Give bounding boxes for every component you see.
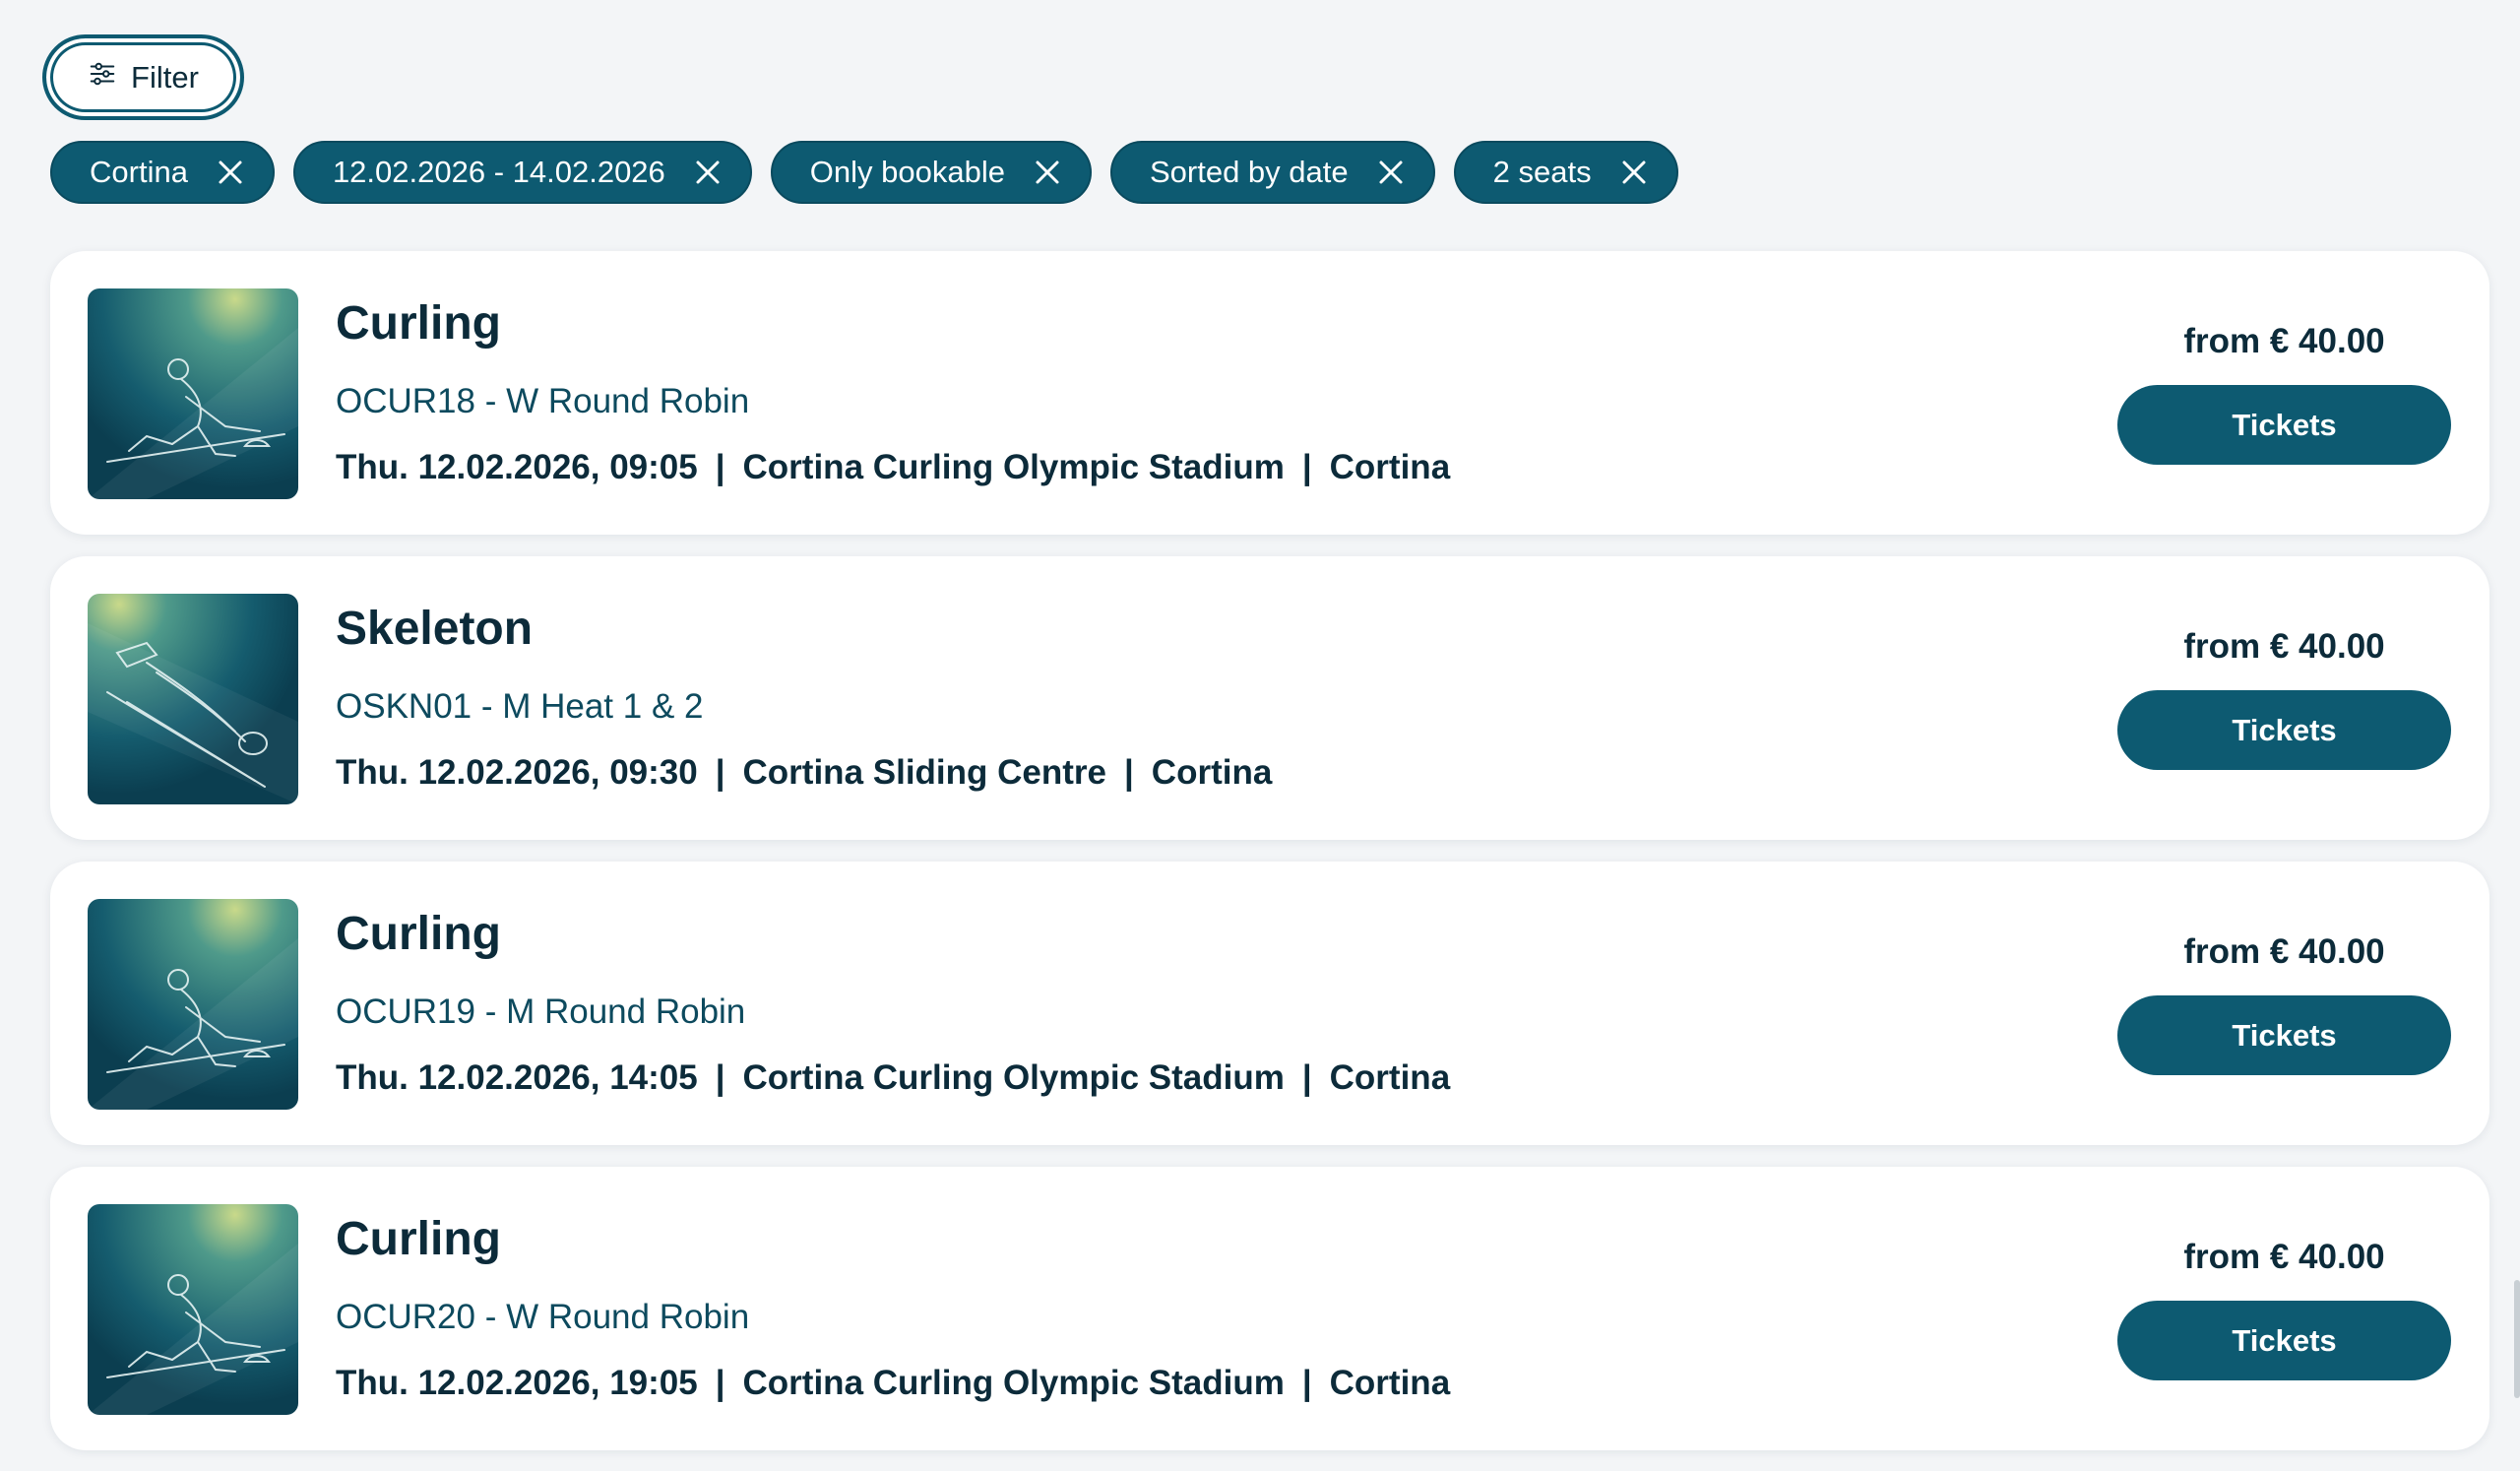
event-city: Cortina [1151,753,1273,792]
event-code: OCUR19 - M Round Robin [336,992,746,1031]
event-venue: Cortina Curling Olympic Stadium [742,1364,1285,1402]
separator: | [715,448,725,486]
filter-chip-sort[interactable]: Sorted by date [1109,141,1435,204]
event-city: Cortina [1329,1058,1451,1097]
separator: | [715,1058,725,1097]
separator: | [1301,1058,1312,1097]
event-code: OCUR18 - W Round Robin [336,382,750,420]
event-datetime: Thu. 12.02.2026, 19:05 [336,1364,698,1402]
event-card[interactable]: Curling OCUR20 - W Round Robin Thu. 12.0… [50,1167,2489,1450]
separator: | [1301,448,1312,486]
event-card[interactable]: Skeleton OSKN01 - M Heat 1 & 2 Thu. 12.0… [50,556,2489,840]
filter-chip-date-range[interactable]: 12.02.2026 - 14.02.2026 [292,141,752,204]
close-icon[interactable] [1376,158,1406,187]
event-details: Thu. 12.02.2026, 09:30 | Cortina Sliding C… [336,753,1272,793]
event-datetime: Thu. 12.02.2026, 14:05 [336,1058,698,1097]
chip-label: Cortina [90,155,188,189]
event-code: OCUR20 - W Round Robin [336,1298,750,1336]
event-datetime: Thu. 12.02.2026, 09:30 [336,753,698,792]
chip-label: 12.02.2026 - 14.02.2026 [332,155,665,189]
event-title: Curling [336,297,501,350]
filter-chip-location[interactable]: Cortina [50,141,275,204]
separator: | [715,1364,725,1402]
event-price: from € 40.00 [2183,1238,2385,1276]
event-card[interactable]: Curling OCUR19 - M Round Robin Thu. 12.0… [50,862,2489,1145]
event-card[interactable]: Curling OCUR18 - W Round Robin Thu. 12.0… [50,251,2489,535]
event-details: Thu. 12.02.2026, 14:05 | Cortina Curling O… [336,1058,1450,1098]
close-icon[interactable] [1619,158,1649,187]
tickets-button[interactable]: Tickets [2117,690,2451,770]
close-icon[interactable] [216,158,245,187]
tickets-button[interactable]: Tickets [2117,995,2451,1075]
event-venue: Cortina Curling Olympic Stadium [742,448,1285,486]
event-title: Curling [336,1213,501,1265]
event-title: Curling [336,908,501,960]
active-filters: Cortina 12.02.2026 - 14.02.2026 Only boo… [50,141,1678,204]
event-details: Thu. 12.02.2026, 09:05 | Cortina Curling O… [336,448,1450,487]
scrollbar[interactable] [2514,1280,2520,1398]
chip-label: Sorted by date [1149,155,1349,189]
curling-pictogram [88,1204,298,1415]
event-title: Skeleton [336,603,534,655]
separator: | [1124,753,1134,792]
close-icon[interactable] [1033,158,1062,187]
curling-pictogram [88,288,298,499]
tickets-button[interactable]: Tickets [2117,1301,2451,1380]
skeleton-pictogram [88,594,298,804]
event-price: from € 40.00 [2183,322,2385,360]
filter-button[interactable]: Filter [42,34,244,120]
close-icon[interactable] [693,158,723,187]
tickets-button[interactable]: Tickets [2117,385,2451,465]
event-venue: Cortina Sliding Centre [742,753,1106,792]
event-datetime: Thu. 12.02.2026, 09:05 [336,448,698,486]
event-city: Cortina [1329,1364,1451,1402]
sliders-icon [88,59,117,96]
curling-pictogram [88,899,298,1110]
chip-label: 2 seats [1492,155,1592,189]
event-code: OSKN01 - M Heat 1 & 2 [336,687,704,726]
event-price: from € 40.00 [2183,627,2385,666]
separator: | [715,753,725,792]
filter-chip-seats[interactable]: 2 seats [1453,141,1678,204]
event-city: Cortina [1329,448,1451,486]
event-price: from € 40.00 [2183,932,2385,971]
filter-button-label: Filter [131,59,199,95]
event-details: Thu. 12.02.2026, 19:05 | Cortina Curling O… [336,1364,1450,1403]
chip-label: Only bookable [809,155,1005,189]
event-venue: Cortina Curling Olympic Stadium [742,1058,1285,1097]
event-list-page: Filter Cortina 12.02.2026 - 14.02.2026 O… [0,0,2520,1471]
separator: | [1301,1364,1312,1402]
filter-chip-bookable[interactable]: Only bookable [770,141,1092,204]
